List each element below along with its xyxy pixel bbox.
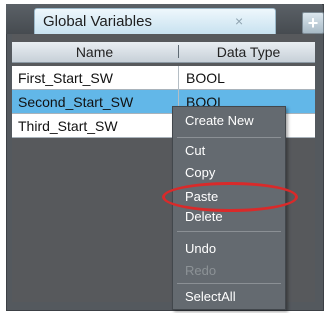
column-header-data-type[interactable]: Data Type [182,44,315,60]
close-icon[interactable]: × [235,13,243,29]
table-header: Name Data Type [12,42,315,63]
column-divider[interactable] [178,45,179,58]
menu-separator [177,231,281,232]
add-tab-button[interactable]: + [302,12,324,34]
menu-item-copy[interactable]: Copy [173,163,285,183]
menu-item-cut[interactable]: Cut [173,141,285,161]
cell-name[interactable]: Third_Start_SW [18,118,118,134]
plus-icon: + [307,13,319,33]
column-header-name[interactable]: Name [12,44,177,60]
table-row[interactable]: First_Start_SW BOOL [12,66,315,90]
cell-name[interactable]: First_Start_SW [18,70,113,86]
menu-item-undo[interactable]: Undo [173,239,285,259]
menu-separator [177,283,281,284]
cell-data-type[interactable]: BOOL [186,70,225,86]
menu-item-create-new[interactable]: Create New [173,111,285,131]
cell-name[interactable]: Second_Start_SW [18,94,133,110]
tab-strip: Global Variables × + [6,4,324,34]
menu-item-redo: Redo [185,263,217,278]
paste-highlight-ring [162,182,298,212]
menu-item-select-all[interactable]: SelectAll [173,287,285,307]
tab-global-variables[interactable]: Global Variables × [34,8,276,34]
menu-separator [177,137,281,138]
tab-title: Global Variables [43,13,152,30]
cell-divider [178,66,179,90]
